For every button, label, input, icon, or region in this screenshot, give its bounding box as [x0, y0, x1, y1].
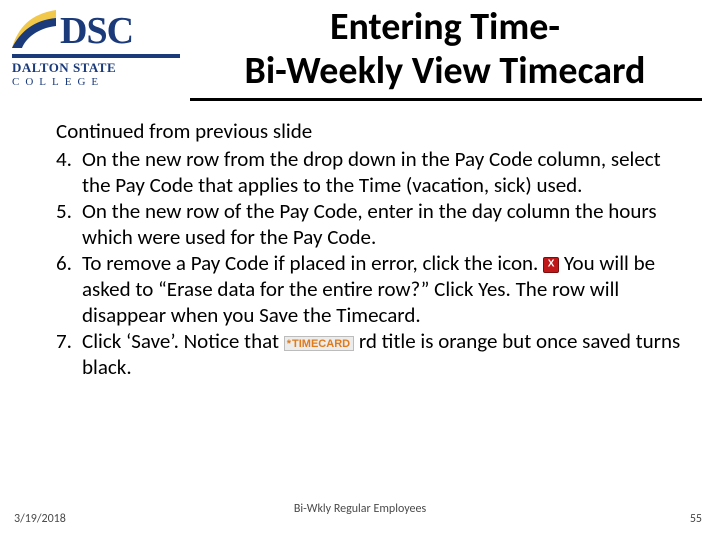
continued-note: Continued from previous slide [56, 118, 684, 144]
slide-title: Entering Time- Bi-Weekly View Timecard [190, 6, 700, 93]
logo-letters: DSC [60, 12, 133, 50]
college-logo: DSC DALTON STATE COLLEGE [12, 8, 182, 88]
step-4: 4. On the new row from the drop down in … [56, 146, 684, 198]
title-underline [190, 98, 702, 101]
step-7: 7. Click ‘Save’. Notice that TIMECARD rd… [56, 328, 684, 380]
step-6-pre: To remove a Pay Code if placed in error,… [82, 250, 543, 276]
step-number: 6. [56, 250, 82, 328]
slide-title-line1: Entering Time- [330, 4, 560, 50]
step-5: 5. On the new row of the Pay Code, enter… [56, 198, 684, 250]
slide: DSC DALTON STATE COLLEGE Entering Time- … [0, 0, 720, 540]
step-text: On the new row from the drop down in the… [82, 146, 684, 198]
step-text: On the new row of the Pay Code, enter in… [82, 198, 684, 250]
logo-swish-icon [12, 8, 56, 50]
logo-subtitle-1: DALTON STATE [12, 60, 182, 76]
step-number: 4. [56, 146, 82, 198]
step-text: Click ‘Save’. Notice that TIMECARD rd ti… [82, 328, 684, 380]
step-6: 6. To remove a Pay Code if placed in err… [56, 250, 684, 328]
logo-divider [12, 54, 180, 58]
logo-subtitle-2: COLLEGE [12, 76, 182, 88]
delete-row-icon [543, 257, 559, 273]
timecard-unsaved-label-icon: TIMECARD [284, 336, 354, 351]
footer-center: Bi-Wkly Regular Employees [0, 502, 720, 516]
step-number: 5. [56, 198, 82, 250]
step-number: 7. [56, 328, 82, 380]
step-7-pre: Click ‘Save’. Notice that [82, 328, 284, 354]
footer-page-number: 55 [690, 512, 702, 526]
step-text: To remove a Pay Code if placed in error,… [82, 250, 684, 328]
slide-title-line2: Bi-Weekly View Timecard [245, 48, 646, 94]
slide-body: Continued from previous slide 4. On the … [56, 118, 684, 380]
step-list: 4. On the new row from the drop down in … [56, 146, 684, 380]
logo-top-row: DSC [12, 8, 182, 50]
